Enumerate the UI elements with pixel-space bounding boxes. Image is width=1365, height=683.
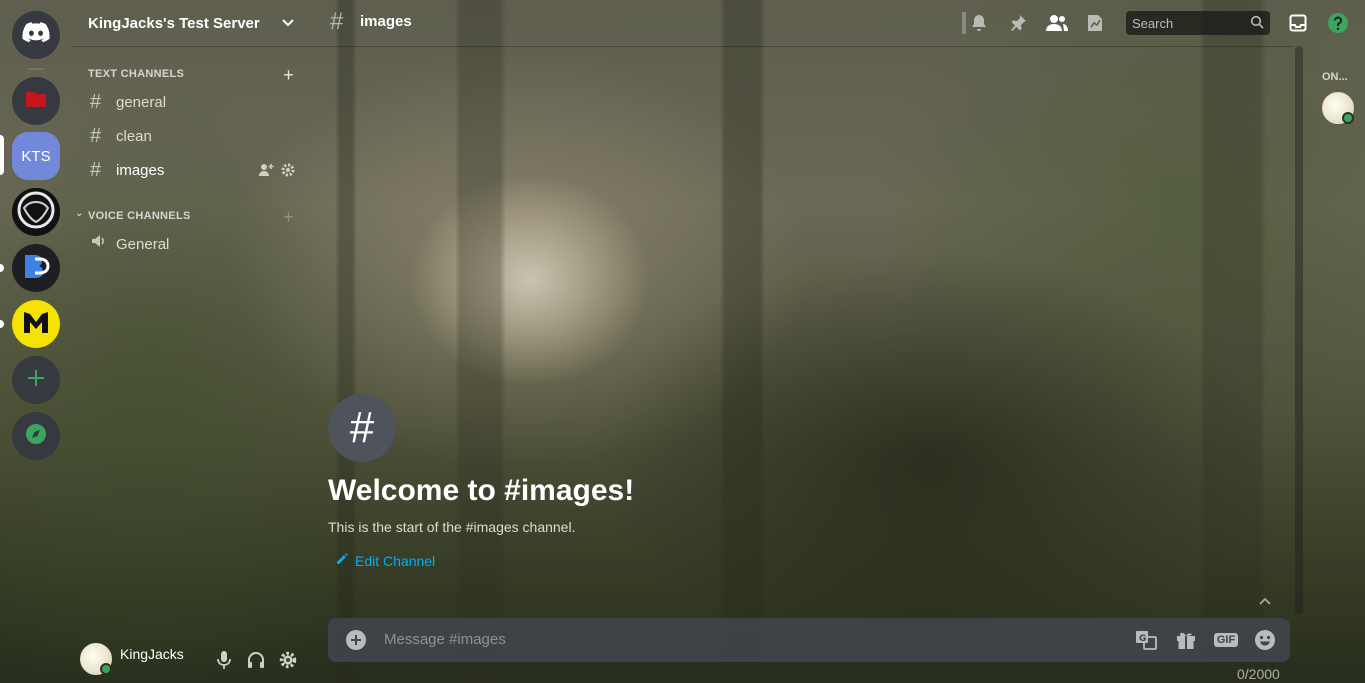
edit-channel-link[interactable]: Edit Channel (335, 552, 435, 569)
add-server-icon (26, 368, 46, 393)
invite-icon[interactable] (258, 162, 274, 182)
channel-general[interactable]: # general (80, 86, 304, 118)
server-insights-icon[interactable] (1083, 11, 1107, 35)
svg-text:G: G (1139, 634, 1146, 644)
pin-icon[interactable] (1006, 11, 1030, 35)
server-rail: KTS (0, 0, 72, 683)
category-voice-channels[interactable]: ⌄ VOICE CHANNELS + (72, 206, 312, 228)
discord-home-button[interactable] (12, 11, 60, 59)
online-status-dot (1342, 112, 1354, 124)
gift-icon[interactable] (1174, 628, 1198, 652)
translate-icon[interactable]: G (1134, 628, 1158, 652)
channel-sidebar: KingJacks's Test Server TEXT CHANNELS + … (72, 0, 312, 683)
unread-pill (0, 320, 4, 328)
gif-button[interactable]: GIF (1212, 628, 1240, 652)
crest-logo-icon (12, 188, 60, 236)
hash-icon: # (90, 158, 102, 181)
headphones-icon[interactable] (246, 650, 266, 675)
settings-icon[interactable] (278, 650, 298, 675)
bd-logo-icon (21, 251, 51, 286)
chevron-down-icon (280, 14, 296, 34)
welcome-subtitle: This is the start of the #images channel… (328, 519, 576, 535)
speaker-icon (90, 232, 114, 256)
server-kts-button[interactable]: KTS (12, 132, 60, 180)
voice-channel-general[interactable]: General (80, 228, 304, 260)
add-channel-icon[interactable]: + (283, 65, 294, 86)
server-header[interactable]: KingJacks's Test Server (72, 0, 312, 46)
category-label: VOICE CHANNELS (88, 210, 191, 222)
gif-label: GIF (1213, 633, 1239, 647)
channel-images[interactable]: # images (80, 154, 304, 186)
emoji-icon[interactable] (1253, 628, 1277, 652)
online-status-dot (100, 663, 112, 675)
members-icon[interactable] (1045, 11, 1069, 35)
scrollbar[interactable] (1295, 46, 1303, 614)
message-composer: Message #images G GIF (328, 618, 1290, 662)
explore-servers-button[interactable] (12, 412, 60, 460)
server-kts-label: KTS (21, 147, 51, 165)
username: KingJacks (120, 646, 184, 662)
char-counter: 0/2000 (1237, 666, 1280, 682)
help-icon[interactable] (1326, 11, 1350, 35)
online-category-label: ON... (1322, 71, 1348, 83)
channel-hash-badge: # (328, 394, 396, 462)
server-folder-button[interactable] (12, 77, 60, 125)
channel-header: # images Search (312, 0, 1365, 46)
category-text-channels[interactable]: TEXT CHANNELS + (72, 64, 312, 86)
category-label: TEXT CHANNELS (88, 68, 185, 80)
hash-icon: # (330, 8, 344, 35)
message-input[interactable]: Message #images (384, 631, 506, 648)
inbox-icon[interactable] (1286, 11, 1310, 35)
server-crest-button[interactable] (12, 188, 60, 236)
add-server-button[interactable] (12, 356, 60, 404)
channel-label: images (116, 161, 165, 179)
user-panel: KingJacks (72, 632, 312, 683)
server-name: KingJacks's Test Server (88, 14, 260, 32)
channel-label: clean (116, 127, 152, 145)
hash-icon: # (90, 124, 102, 147)
search-input[interactable]: Search (1126, 11, 1270, 35)
folder-icon (25, 90, 47, 113)
add-channel-icon[interactable]: + (283, 207, 294, 228)
channel-label: general (116, 93, 167, 111)
channel-clean[interactable]: # clean (80, 120, 304, 152)
search-icon (1250, 15, 1264, 32)
member-list: ON... (1304, 46, 1365, 683)
add-attachment-icon[interactable] (344, 628, 368, 652)
bell-icon[interactable] (967, 11, 991, 35)
edit-channel-label: Edit Channel (355, 552, 436, 569)
chevron-up-icon[interactable] (1257, 594, 1273, 615)
gear-icon[interactable] (280, 162, 296, 182)
chevron-down-icon: ⌄ (75, 208, 84, 219)
header-divider (72, 46, 1294, 47)
server-bd-button[interactable] (12, 244, 60, 292)
rail-separator (28, 68, 44, 70)
selected-server-pill (0, 135, 4, 175)
explore-icon (25, 423, 47, 450)
pencil-icon (335, 552, 349, 569)
channel-title: images (360, 13, 412, 30)
hash-icon: # (90, 90, 102, 113)
m-logo-icon (21, 309, 51, 340)
channel-label: General (116, 235, 170, 253)
server-m-button[interactable] (12, 300, 60, 348)
discord-home-icon (22, 21, 50, 49)
unread-pill (0, 264, 4, 272)
mic-icon[interactable] (216, 650, 232, 675)
search-placeholder: Search (1132, 16, 1174, 31)
welcome-title: Welcome to #images! (328, 474, 635, 507)
